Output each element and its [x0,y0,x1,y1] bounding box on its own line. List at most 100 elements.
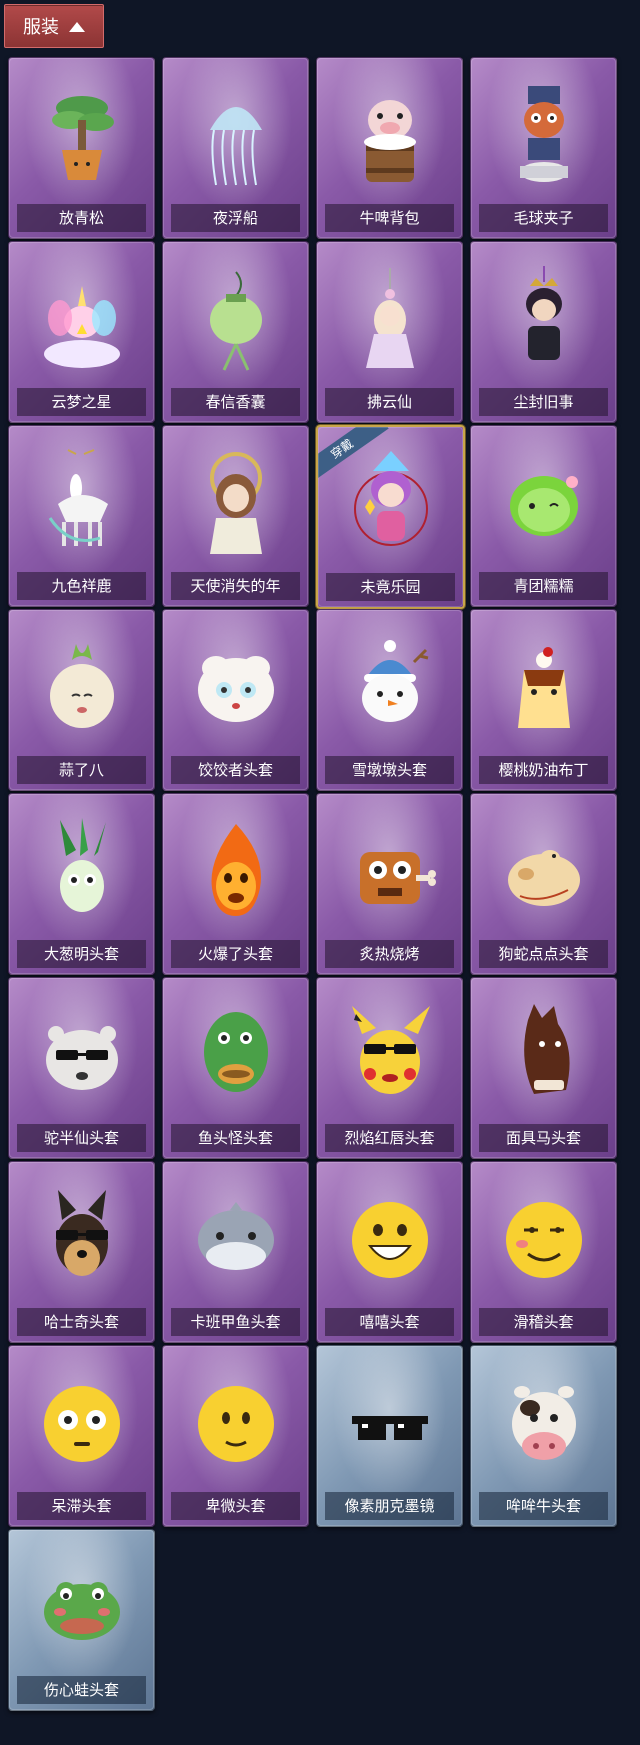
item-label: 像素朋克墨镜 [325,1492,454,1520]
item-card[interactable]: 云梦之星 [8,241,155,423]
item-card[interactable]: 拂云仙 [316,241,463,423]
item-card[interactable]: 樱桃奶油布丁 [470,609,617,791]
item-label: 云梦之星 [17,388,146,416]
item-label: 青团糯糯 [479,572,608,600]
item-label: 春信香囊 [171,388,300,416]
yellow-mouse-head-icon [344,1000,436,1110]
unicorn-cloud-icon [36,264,128,374]
item-grid: 放青松 夜浮船 牛啤背包 毛球夹子云梦之星 春信香囊 拂云仙 尘封旧事九色祥鹿 天使消失的年穿… [0,0,640,1745]
whale-head-icon [190,1184,282,1294]
snowman-head-icon [344,632,436,742]
item-card[interactable]: 面具马头套 [470,977,617,1159]
deer-charm-icon [36,448,128,558]
item-card[interactable]: 火爆了头套 [162,793,309,975]
item-label: 牛啤背包 [325,204,454,232]
green-dumpling-icon [498,448,590,558]
item-card[interactable]: 滑稽头套 [470,1161,617,1343]
humble-emoji-head-icon [190,1368,282,1478]
item-label: 火爆了头套 [171,940,300,968]
item-card[interactable]: 狗蛇点点头套 [470,793,617,975]
item-label: 雪墩墩头套 [325,756,454,784]
item-card[interactable]: 青团糯糯 [470,425,617,607]
item-label: 哈士奇头套 [17,1308,146,1336]
item-label: 炙热烧烤 [325,940,454,968]
item-card[interactable]: 尘封旧事 [470,241,617,423]
item-card[interactable]: 伤心蛙头套 [8,1529,155,1711]
grin-emoji-head-icon [344,1184,436,1294]
item-label: 伤心蛙头套 [17,1676,146,1704]
cow-barrel-icon [344,80,436,190]
item-label: 天使消失的年 [171,572,300,600]
sachet-icon [190,264,282,374]
sad-frog-head-icon [36,1552,128,1662]
item-card[interactable]: 烈焰红唇头套 [316,977,463,1159]
item-card[interactable]: 嘻嘻头套 [316,1161,463,1343]
pixel-sunglasses-icon [344,1368,436,1478]
item-card[interactable]: 天使消失的年 [162,425,309,607]
item-label: 夜浮船 [171,204,300,232]
pudding-icon [498,632,590,742]
item-label: 拂云仙 [325,388,454,416]
item-label: 鱼头怪头套 [171,1124,300,1152]
item-label: 狗蛇点点头套 [479,940,608,968]
item-card[interactable]: 炙热烧烤 [316,793,463,975]
item-label: 驼半仙头套 [17,1124,146,1152]
item-label: 面具马头套 [479,1124,608,1152]
stunned-emoji-head-icon [36,1368,128,1478]
item-label: 放青松 [17,204,146,232]
item-label: 九色祥鹿 [17,572,146,600]
husky-head-icon [36,1184,128,1294]
clown-girl-icon [345,449,437,559]
scallion-head-icon [36,816,128,926]
item-card[interactable]: 毛球夹子 [470,57,617,239]
item-card[interactable]: 呆滞头套 [8,1345,155,1527]
item-card[interactable]: 穿戴 未竟乐园 [316,425,465,609]
item-label: 滑稽头套 [479,1308,608,1336]
item-card[interactable]: 大葱明头套 [8,793,155,975]
item-card[interactable]: 驼半仙头套 [8,977,155,1159]
item-card[interactable]: 卡班甲鱼头套 [162,1161,309,1343]
angel-girl-icon [190,448,282,558]
cow-head-icon [498,1368,590,1478]
dog-snake-head-icon [498,816,590,926]
item-label: 呆滞头套 [17,1492,146,1520]
item-card[interactable]: 哞哞牛头套 [470,1345,617,1527]
raccoon-drummer-icon [498,80,590,190]
item-card[interactable]: 蒜了八 [8,609,155,791]
item-card[interactable]: 像素朋克墨镜 [316,1345,463,1527]
item-label: 尘封旧事 [479,388,608,416]
item-card[interactable]: 夜浮船 [162,57,309,239]
item-card[interactable]: 春信香囊 [162,241,309,423]
prince-doll-icon [498,264,590,374]
item-card[interactable]: 哈士奇头套 [8,1161,155,1343]
item-label: 嘻嘻头套 [325,1308,454,1336]
horse-head-icon [498,1000,590,1110]
item-label: 毛球夹子 [479,204,608,232]
fish-head-icon [190,1000,282,1110]
item-label: 蒜了八 [17,756,146,784]
jellyfish-icon [190,80,282,190]
fairy-charm-icon [344,264,436,374]
item-card[interactable]: 饺饺者头套 [162,609,309,791]
item-label: 饺饺者头套 [171,756,300,784]
item-label: 樱桃奶油布丁 [479,756,608,784]
item-label: 未竟乐园 [326,573,455,601]
bbq-head-icon [344,816,436,926]
item-card[interactable]: 牛啤背包 [316,57,463,239]
item-card[interactable]: 卑微头套 [162,1345,309,1527]
item-label: 卡班甲鱼头套 [171,1308,300,1336]
item-label: 大葱明头套 [17,940,146,968]
item-card[interactable]: 鱼头怪头套 [162,977,309,1159]
alpaca-head-icon [36,1000,128,1110]
item-card[interactable]: 雪墩墩头套 [316,609,463,791]
item-label: 烈焰红唇头套 [325,1124,454,1152]
item-card[interactable]: 放青松 [8,57,155,239]
item-label: 哞哞牛头套 [479,1492,608,1520]
item-label: 卑微头套 [171,1492,300,1520]
smirk-emoji-head-icon [498,1184,590,1294]
item-card[interactable]: 九色祥鹿 [8,425,155,607]
fire-head-icon [190,816,282,926]
garlic-icon [36,632,128,742]
bonsai-tree-icon [36,80,128,190]
dumpling-head-icon [190,632,282,742]
